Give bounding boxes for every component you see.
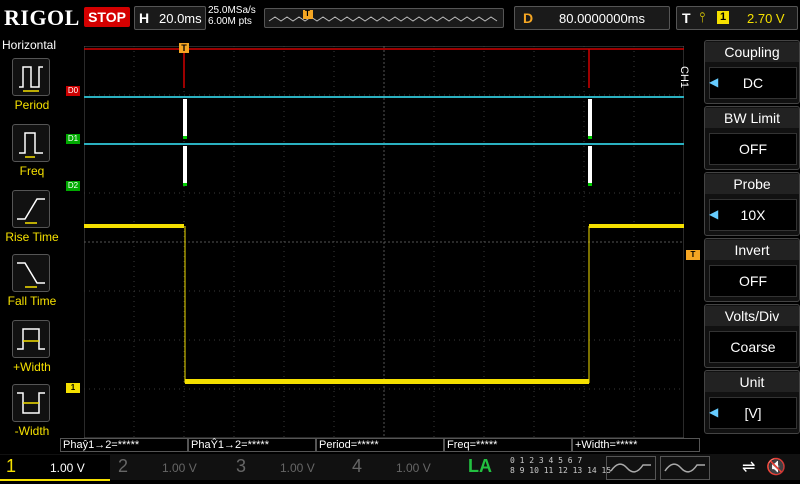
- la-channels-low: 0 1 2 3 4 5 6 7: [510, 456, 583, 465]
- la-indicator[interactable]: LA: [468, 456, 492, 477]
- unit-arrow-icon: ◀: [709, 405, 719, 419]
- trigger-marker-label: T: [305, 9, 310, 18]
- horizontal-label: H: [139, 10, 150, 26]
- bw-limit-title: BW Limit: [705, 108, 799, 128]
- ch2-status[interactable]: 2 1.00 V: [112, 455, 224, 479]
- trigger-level-marker[interactable]: T: [686, 250, 700, 260]
- d2-channel-label[interactable]: D2: [66, 181, 80, 191]
- la-channels-high: 8 9 10 11 12 13 14 15: [510, 466, 612, 475]
- volts-div-title: Volts/Div: [705, 306, 799, 326]
- delay-box[interactable]: D 80.0000000ms: [514, 6, 670, 30]
- ch4-status[interactable]: 4 1.00 V: [346, 455, 458, 479]
- ch1-number: 1: [6, 456, 17, 476]
- trigger-box[interactable]: T ⫯ 1 2.70 V: [676, 6, 798, 30]
- ch1-ground-marker[interactable]: 1: [66, 383, 80, 393]
- probe-menu-button[interactable]: Probe 10X ◀: [704, 172, 800, 236]
- coupling-value: DC: [709, 67, 797, 99]
- trigger-time-marker[interactable]: T: [179, 43, 189, 53]
- unit-title: Unit: [705, 372, 799, 392]
- bw-limit-value: OFF: [709, 133, 797, 165]
- menu-title: Horizontal: [2, 38, 57, 52]
- positive-width-label: +Width: [13, 360, 51, 374]
- ch4-scale: 1.00 V: [396, 461, 431, 475]
- rising-edge-icon: ⫯: [699, 9, 706, 25]
- unit-menu-button[interactable]: Unit [V] ◀: [704, 370, 800, 434]
- invert-title: Invert: [705, 240, 799, 260]
- ch3-status[interactable]: 3 1.00 V: [230, 455, 342, 479]
- measurement-bar: Phaŷ1→2=***** PhaŶ1→2=***** Period=*****…: [60, 438, 700, 452]
- timebase-box[interactable]: H 20.0ms: [134, 6, 206, 30]
- horizontal-measure-menu: Horizontal Period Freq Rise Time Fall Ti…: [0, 36, 62, 438]
- coupling-menu-button[interactable]: Coupling DC ◀: [704, 40, 800, 104]
- invert-value: OFF: [709, 265, 797, 297]
- volts-div-value: Coarse: [709, 331, 797, 363]
- channel-settings-menu: Coupling DC ◀ BW Limit OFF Probe 10X ◀ I…: [704, 40, 800, 434]
- coupling-arrow-icon: ◀: [709, 75, 719, 89]
- positive-width-icon: [12, 320, 50, 358]
- bw-limit-menu-button[interactable]: BW Limit OFF: [704, 106, 800, 170]
- trigger-label: T: [682, 10, 691, 26]
- d0-channel-label[interactable]: D0: [66, 86, 80, 96]
- negative-width-icon: [12, 384, 50, 422]
- timebase-value: 20.0ms: [159, 11, 202, 26]
- negative-width-label: -Width: [14, 424, 50, 438]
- ch3-scale: 1.00 V: [280, 461, 315, 475]
- top-status-bar: RIGOL STOP H 20.0ms 25.0MSa/s 6.00M pts …: [0, 0, 800, 34]
- right-menu-channel-tag: CH1: [678, 66, 690, 89]
- coupling-title: Coupling: [705, 42, 799, 62]
- fall-time-icon: [12, 254, 50, 292]
- trigger-level-value: 2.70 V: [747, 11, 785, 26]
- speaker-mute-icon[interactable]: 🔇: [766, 457, 786, 477]
- channel-status-bar: 1 1.00 V 2 1.00 V 3 1.00 V 4 1.00 V LA 0…: [0, 454, 800, 481]
- freq-label: Freq: [19, 164, 45, 178]
- unit-value: [V]: [709, 397, 797, 429]
- period-label: Period: [14, 98, 50, 112]
- ch1-status[interactable]: 1 1.00 V: [0, 455, 110, 481]
- sample-rate: 25.0MSa/s: [208, 5, 256, 16]
- source2-wave-icon[interactable]: [660, 456, 710, 480]
- measurement-item[interactable]: Period=*****: [316, 438, 444, 452]
- freq-icon: [12, 124, 50, 162]
- ch4-number: 4: [352, 456, 363, 476]
- run-stop-indicator[interactable]: STOP: [84, 7, 130, 27]
- measurement-item[interactable]: Freq=*****: [444, 438, 572, 452]
- trigger-source-badge: 1: [717, 11, 729, 24]
- fall-time-label: Fall Time: [7, 294, 57, 308]
- usb-icon: ⇌: [742, 459, 756, 476]
- period-icon: [12, 58, 50, 96]
- volts-div-menu-button[interactable]: Volts/Div Coarse: [704, 304, 800, 368]
- measurement-item[interactable]: Phaŷ1→2=*****: [60, 438, 188, 452]
- probe-value: 10X: [709, 199, 797, 231]
- source1-wave-icon[interactable]: [606, 456, 656, 480]
- probe-arrow-icon: ◀: [709, 207, 719, 221]
- ch2-scale: 1.00 V: [162, 461, 197, 475]
- memory-overview-track[interactable]: T: [264, 8, 504, 28]
- waveform-display[interactable]: T D0 D1 D2 1 T: [66, 38, 700, 439]
- delay-value: 80.0000000ms: [559, 11, 646, 26]
- ch2-number: 2: [118, 456, 129, 476]
- probe-title: Probe: [705, 174, 799, 194]
- rigol-logo: RIGOL: [4, 5, 80, 30]
- invert-menu-button[interactable]: Invert OFF: [704, 238, 800, 302]
- ch1-scale: 1.00 V: [50, 461, 85, 475]
- measurement-item[interactable]: PhaŶ1→2=*****: [188, 438, 316, 452]
- waveform-grid-svg: [83, 38, 685, 439]
- memory-depth: 6.00M pts: [208, 16, 252, 27]
- delay-label: D: [523, 10, 534, 26]
- rise-time-label: Rise Time: [5, 230, 59, 244]
- memory-waveform-overview: [268, 10, 498, 22]
- rise-time-icon: [12, 190, 50, 228]
- measurement-item[interactable]: +Width=*****: [572, 438, 700, 452]
- ch3-number: 3: [236, 456, 247, 476]
- d1-channel-label[interactable]: D1: [66, 134, 80, 144]
